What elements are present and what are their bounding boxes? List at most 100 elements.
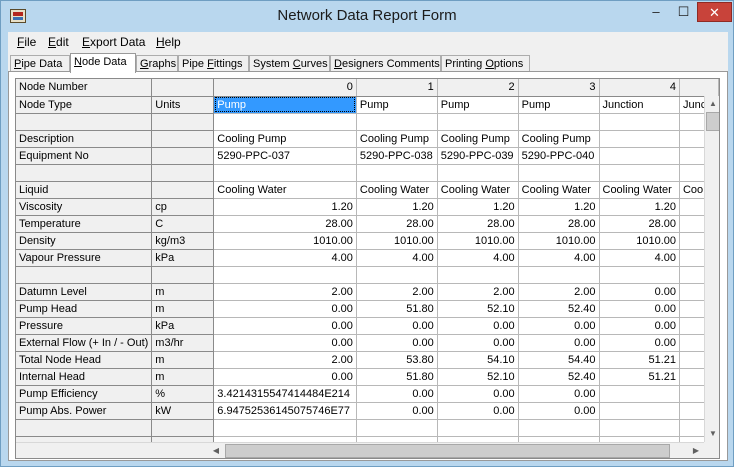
node-number-header[interactable]: 3 [518,79,600,97]
data-cell[interactable]: Cooling Pump [518,130,600,148]
menu-export-data[interactable]: Export Data [82,35,145,49]
data-cell[interactable]: 5290-PPC-038 [356,147,438,165]
data-cell[interactable]: Cooling Pump [213,130,357,148]
data-cell[interactable]: 1010.00 [213,232,357,250]
data-cell[interactable]: Junction [599,96,680,114]
data-cell[interactable] [437,266,519,284]
data-cell[interactable] [599,266,680,284]
data-cell[interactable]: 1.20 [599,198,680,216]
vertical-scrollbar[interactable]: ▲ ▼ [704,96,719,442]
data-cell[interactable]: Pump [437,96,519,114]
node-number-header[interactable]: 1 [356,79,438,97]
data-cell[interactable]: 52.10 [437,300,519,318]
data-cell[interactable]: Pump [356,96,438,114]
data-cell[interactable]: 3.4214315547414484E214 [213,385,357,403]
data-cell[interactable] [356,113,438,131]
data-cell[interactable]: 5290-PPC-039 [437,147,519,165]
data-cell[interactable]: 1.20 [518,198,600,216]
tab-pipe-fittings[interactable]: Pipe Fittings [178,55,249,72]
data-cell[interactable]: 4.00 [518,249,600,267]
node-number-header[interactable]: 4 [599,79,680,97]
data-cell[interactable]: 1.20 [437,198,519,216]
data-cell[interactable]: 0.00 [356,402,438,420]
vertical-scroll-thumb[interactable] [706,112,719,131]
data-cell[interactable] [213,164,357,182]
data-cell[interactable]: 1010.00 [437,232,519,250]
node-number-header[interactable]: 0 [213,79,357,97]
data-cell[interactable]: 0.00 [518,385,600,403]
data-cell[interactable]: 0.00 [518,334,600,352]
data-cell[interactable]: 2.00 [213,351,357,369]
data-cell[interactable]: 0.00 [599,334,680,352]
data-cell[interactable]: 0.00 [213,368,357,386]
data-cell[interactable]: 52.40 [518,300,600,318]
data-cell[interactable]: 4.00 [356,249,438,267]
tab-graphs[interactable]: Graphs [136,55,178,72]
data-cell[interactable] [213,113,357,131]
data-cell[interactable]: 2.00 [356,283,438,301]
data-cell[interactable]: 0.00 [356,334,438,352]
data-cell[interactable]: 53.80 [356,351,438,369]
data-cell[interactable]: 0.00 [356,317,438,335]
data-cell[interactable]: Cooling Water [599,181,680,199]
data-cell[interactable]: 51.21 [599,351,680,369]
minimize-button[interactable]: – [642,2,670,22]
data-cell[interactable]: 54.40 [518,351,600,369]
data-cell[interactable] [356,419,438,437]
data-cell[interactable]: 4.00 [213,249,357,267]
data-cell[interactable]: 51.80 [356,368,438,386]
data-cell[interactable]: 1010.00 [599,232,680,250]
node-data-grid[interactable]: Node Number 0 1 2 3 4 Node Type Units Pump Pump Pu… [15,78,720,459]
data-cell[interactable]: 0.00 [437,317,519,335]
data-cell[interactable] [599,130,680,148]
tab-node-data[interactable]: Node Data [70,53,136,73]
data-cell[interactable]: 28.00 [437,215,519,233]
data-cell[interactable]: 2.00 [213,283,357,301]
data-cell[interactable]: 54.10 [437,351,519,369]
data-cell[interactable]: 28.00 [356,215,438,233]
data-cell[interactable]: 2.00 [518,283,600,301]
title-bar[interactable]: Network Data Report Form – ☐ ✕ [1,1,733,32]
tab-pipe-data[interactable]: Pipe Data [10,55,70,72]
data-cell[interactable]: Cooling Pump [437,130,519,148]
data-cell[interactable]: Cooling Water [518,181,600,199]
data-cell[interactable] [518,113,600,131]
data-cell[interactable]: 2.00 [437,283,519,301]
data-cell[interactable]: Pump [213,96,357,114]
data-cell[interactable]: Cooling Pump [356,130,438,148]
data-cell[interactable]: 6.94752536145075746E77 [213,402,357,420]
data-cell[interactable] [356,266,438,284]
data-cell[interactable]: 28.00 [599,215,680,233]
menu-help[interactable]: Help [156,35,181,49]
data-cell[interactable] [437,419,519,437]
tab-designers-comments[interactable]: Designers Comments [330,55,441,72]
node-number-header[interactable] [679,79,719,97]
data-cell[interactable]: Cooling Water [356,181,438,199]
data-cell[interactable] [437,164,519,182]
close-button[interactable]: ✕ [697,2,732,22]
data-cell[interactable]: 0.00 [356,385,438,403]
data-cell[interactable]: 4.00 [599,249,680,267]
data-cell[interactable]: 0.00 [437,402,519,420]
tab-system-curves[interactable]: System Curves [249,55,330,72]
data-cell[interactable]: 4.00 [437,249,519,267]
data-cell[interactable]: 1.20 [213,198,357,216]
data-cell[interactable]: 51.80 [356,300,438,318]
data-cell[interactable]: Cooling Water [437,181,519,199]
menu-edit[interactable]: Edit [48,35,69,49]
data-cell[interactable]: 0.00 [518,402,600,420]
data-cell[interactable] [599,147,680,165]
data-cell[interactable]: 5290-PPC-037 [213,147,357,165]
data-cell[interactable]: 0.00 [599,317,680,335]
data-cell[interactable] [356,164,438,182]
data-cell[interactable]: 28.00 [518,215,600,233]
horizontal-scrollbar[interactable]: ◀ ▶ [16,442,704,458]
data-cell[interactable]: 0.00 [599,300,680,318]
data-cell[interactable]: 1010.00 [356,232,438,250]
data-cell[interactable]: 52.40 [518,368,600,386]
data-cell[interactable] [213,419,357,437]
data-cell[interactable] [599,385,680,403]
data-cell[interactable] [518,266,600,284]
scroll-down-icon[interactable]: ▼ [705,426,719,442]
tab-printing-options[interactable]: Printing Options [441,55,530,72]
